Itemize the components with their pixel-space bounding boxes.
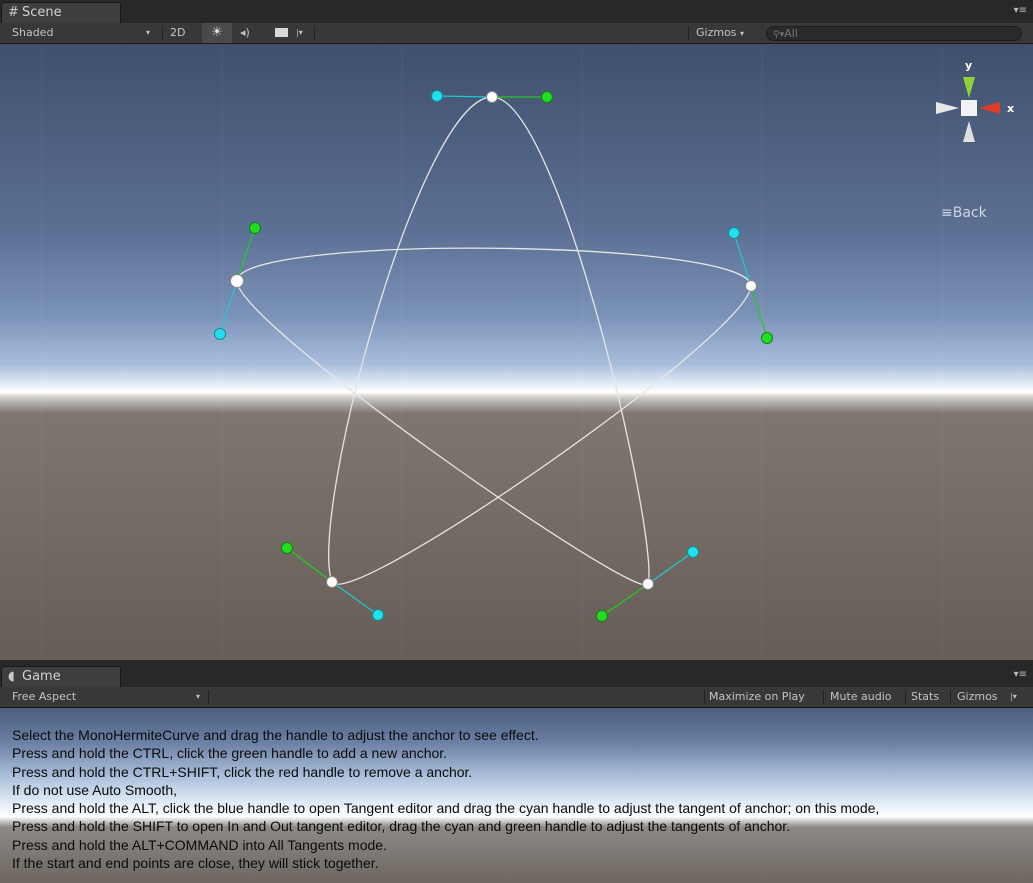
instruction-line: Press and hold the ALT, click the blue h… <box>12 800 880 817</box>
gizmos-chevron-down-icon: ▾ <box>740 29 745 38</box>
shading-mode-label: Shaded <box>12 26 54 39</box>
in-tangent-handle[interactable] <box>728 227 740 239</box>
mode-2d-label: 2D <box>170 26 186 39</box>
gizmo-center-cube[interactable] <box>961 100 977 116</box>
shading-mode-dropdown[interactable]: Shaded <box>12 23 53 43</box>
game-tab-bar: ◖ Game ▾≡ <box>0 664 1033 687</box>
gizmos-dropdown[interactable]: Gizmos ▾ <box>696 23 744 43</box>
in-tangent-handle[interactable] <box>372 609 384 621</box>
instruction-line: Press and hold the ALT+COMMAND into All … <box>12 836 387 853</box>
anchor-handle[interactable] <box>230 274 244 288</box>
in-tangent-handle[interactable] <box>431 90 443 102</box>
gizmo-view-label[interactable]: ≡Back <box>941 205 987 221</box>
shading-chevron-down-icon[interactable]: ▾ <box>146 23 150 43</box>
game-tab-label: Game <box>22 669 61 684</box>
gizmo-x-label: x <box>1007 102 1014 115</box>
aspect-dropdown[interactable]: Free Aspect <box>12 687 76 707</box>
scene-tab[interactable]: # Scene <box>1 2 121 23</box>
scene-view[interactable]: y x ≡Back <box>0 44 1033 660</box>
gizmo-y-label: y <box>965 59 972 72</box>
instruction-line: Press and hold the CTRL, click the green… <box>12 745 448 762</box>
anchor-handle[interactable] <box>642 578 654 590</box>
sky-ground-background <box>0 44 1033 660</box>
instruction-line: Select the MonoHermiteCurve and drag the… <box>12 727 539 743</box>
in-tangent-handle[interactable] <box>214 328 226 340</box>
game-tab[interactable]: ◖ Game <box>1 666 121 687</box>
scene-search-input[interactable]: ⚲▾All <box>766 26 1022 41</box>
stats-toggle[interactable]: Stats <box>911 687 939 707</box>
instruction-line: If do not use Auto Smooth, <box>12 781 177 798</box>
speaker-icon[interactable]: ◂) <box>240 23 250 43</box>
maximize-on-play-toggle[interactable]: Maximize on Play <box>709 687 805 707</box>
out-tangent-handle[interactable] <box>281 542 293 554</box>
aspect-chevron-down-icon[interactable]: ▾ <box>196 687 200 707</box>
gizmos-label: Gizmos <box>696 26 737 39</box>
game-view[interactable]: Select the MonoHermiteCurve and drag the… <box>0 708 1033 883</box>
search-placeholder: All <box>784 27 798 40</box>
game-gizmos-label: Gizmos <box>957 690 998 703</box>
pacman-icon: ◖ <box>8 669 15 684</box>
anchor-handle[interactable] <box>326 576 338 588</box>
game-gizmos-toggle[interactable]: Gizmos <box>957 687 998 707</box>
mute-audio-toggle[interactable]: Mute audio <box>830 687 892 707</box>
gizmo-view-text: Back <box>952 205 987 221</box>
out-tangent-handle[interactable] <box>761 332 773 344</box>
in-tangent-handle[interactable] <box>687 546 699 558</box>
scene-tab-bar: # Scene ▾≡ <box>0 0 1033 23</box>
stats-label: Stats <box>911 690 940 703</box>
scene-tab-label: Scene <box>22 5 62 20</box>
menu-lines-icon: ≡ <box>941 205 953 221</box>
game-toolbar: Free Aspect ▾ Maximize on Play Mute audi… <box>0 687 1033 708</box>
scene-panel-menu-icon[interactable]: ▾≡ <box>1014 6 1027 16</box>
instruction-line: Press and hold the CTRL+SHIFT, click the… <box>12 763 473 780</box>
game-panel-menu-icon[interactable]: ▾≡ <box>1014 670 1027 680</box>
instruction-line: If the start and end points are close, t… <box>12 855 379 872</box>
anchor-handle[interactable] <box>745 280 757 292</box>
search-icon: ⚲▾ <box>773 30 785 40</box>
out-tangent-handle[interactable] <box>249 222 261 234</box>
game-gizmos-chevron-down-icon[interactable]: |▾ <box>1010 687 1017 707</box>
mute-audio-label: Mute audio <box>830 690 892 703</box>
sun-icon[interactable]: ☀ <box>202 23 232 43</box>
mode-2d-button[interactable]: 2D <box>170 23 185 43</box>
scene-toolbar: Shaded ▾ 2D ☀ ◂) |▾ Gizmos ▾ ⚲▾All <box>0 23 1033 44</box>
maximize-on-play-label: Maximize on Play <box>709 690 805 703</box>
effects-chevron-down-icon[interactable]: |▾ <box>296 23 303 43</box>
instruction-line: Press and hold the SHIFT to open In and … <box>12 818 791 835</box>
out-tangent-handle[interactable] <box>541 91 553 103</box>
instructions-text: Select the MonoHermiteCurve and drag the… <box>12 726 879 872</box>
grid-icon: # <box>8 5 19 20</box>
image-icon[interactable] <box>275 23 288 43</box>
scene-canvas[interactable]: y x <box>0 44 1033 660</box>
aspect-label: Free Aspect <box>12 690 77 703</box>
anchor-handle[interactable] <box>486 91 498 103</box>
out-tangent-handle[interactable] <box>596 610 608 622</box>
